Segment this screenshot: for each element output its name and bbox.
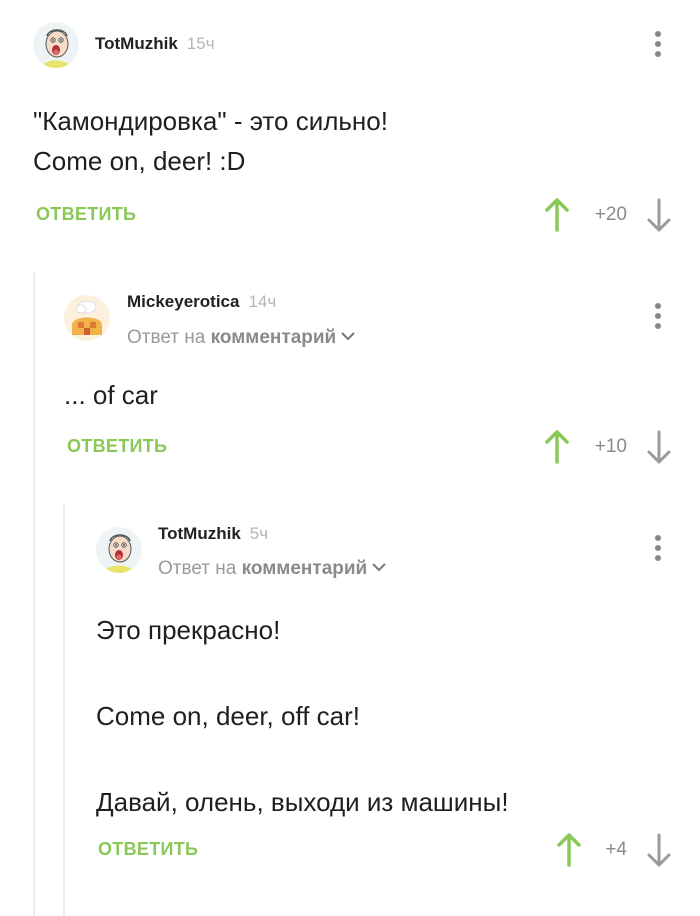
comment-line: Come on, deer, off car! [96,701,360,731]
cartoon-house-avatar-icon [64,295,110,341]
username[interactable]: TotMuzhik 5ч [158,524,268,544]
reply-to-target[interactable]: комментарий [211,327,337,348]
more-menu-icon[interactable] [652,303,664,333]
username-text[interactable]: TotMuzhik [158,524,241,543]
vote-score: +20 [594,204,627,225]
downvote-arrow-icon[interactable] [647,198,671,232]
comment-time: 5ч [249,524,269,543]
chevron-down-icon[interactable] [372,563,386,572]
username-text[interactable]: Mickeyerotica [127,292,239,311]
comment-body: "Камондировка" - это сильно! Come on, de… [33,101,388,181]
reply-button[interactable]: ОТВЕТИТЬ [67,436,167,457]
reply-to-target[interactable]: комментарий [242,558,368,579]
user-avatar[interactable] [33,22,79,68]
user-avatar[interactable] [96,527,142,573]
reply-button[interactable]: ОТВЕТИТЬ [36,204,136,225]
comment-line: ... of car [64,380,158,410]
comment-body: Это прекрасно! Come on, deer, off car! Д… [96,609,509,824]
reply-to-link[interactable]: Ответ на комментарий [158,558,386,580]
comment-line [96,738,509,781]
upvote-arrow-icon[interactable] [545,430,569,464]
comment-time: 15ч [186,34,215,53]
username-text[interactable]: TotMuzhik [95,34,178,53]
vote-score: +4 [605,839,627,860]
comment-line [96,652,509,695]
downvote-arrow-icon[interactable] [647,833,671,867]
cartoon-man-avatar-icon [96,527,142,573]
comment-line: Come on, deer! :D [33,146,246,176]
comment-line: Давай, олень, выходи из машины! [96,787,509,817]
cartoon-man-avatar-icon [33,22,79,68]
reply-button[interactable]: ОТВЕТИТЬ [98,839,198,860]
comment-line: "Камондировка" - это сильно! [33,106,388,136]
upvote-arrow-icon[interactable] [545,198,569,232]
comment-body: ... of car [64,375,158,415]
reply-to-prefix: Ответ на [127,327,206,348]
comment-line: Это прекрасно! [96,615,281,645]
vote-score: +10 [594,436,627,457]
downvote-arrow-icon[interactable] [647,430,671,464]
comment-time: 14ч [248,292,277,311]
user-avatar[interactable] [64,295,110,341]
more-menu-icon[interactable] [652,31,664,61]
reply-to-prefix: Ответ на [158,558,237,579]
username[interactable]: Mickeyerotica 14ч [127,292,276,312]
chevron-down-icon[interactable] [341,332,355,341]
username[interactable]: TotMuzhik 15ч [95,34,215,54]
more-menu-icon[interactable] [652,535,664,565]
thread-line-level-1 [33,272,35,916]
reply-to-link[interactable]: Ответ на комментарий [127,327,355,349]
thread-line-level-2 [63,505,65,916]
